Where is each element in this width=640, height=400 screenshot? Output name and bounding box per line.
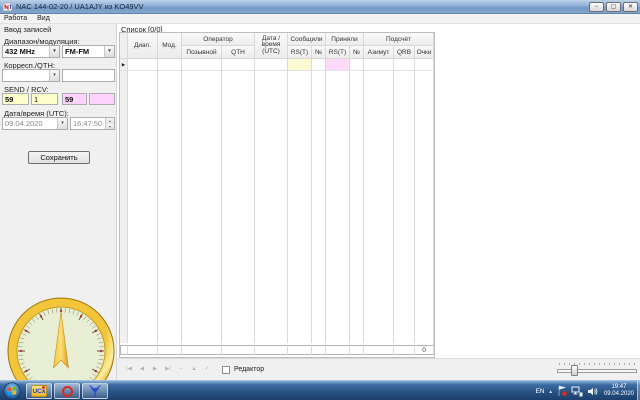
- slider-groove[interactable]: [557, 369, 637, 373]
- send-rst-input[interactable]: 59: [2, 93, 29, 105]
- col-header-rcvd-rst[interactable]: RS(T): [326, 46, 351, 59]
- band-select[interactable]: 432 MHz ▾: [2, 45, 60, 58]
- col-group-calc[interactable]: Подсчёт: [364, 33, 435, 46]
- editor-checkbox[interactable]: [222, 366, 230, 374]
- nav-edit-icon[interactable]: ▲: [188, 364, 200, 375]
- col-header-mode[interactable]: Мод.: [158, 33, 182, 59]
- clock-time: 19:47: [611, 384, 627, 390]
- start-button[interactable]: [3, 382, 21, 400]
- opera-icon: [61, 385, 73, 397]
- grid-footer: |◀ ◀ ▶ ▶| − ▲ ✓ Редактор: [117, 358, 640, 380]
- taskbar-clock[interactable]: 19:47 09.04.2020: [602, 384, 636, 398]
- grid-empty-area: [120, 71, 435, 343]
- nav-first-icon[interactable]: |◀: [123, 364, 135, 375]
- summary-row: 0: [120, 345, 435, 355]
- ucx-dot-icon: [42, 386, 45, 389]
- rcv-nr-input[interactable]: [89, 93, 115, 105]
- send-nr-input[interactable]: 1: [31, 93, 58, 105]
- time-spinner[interactable]: 16:47:50 ▴ ▾: [70, 117, 115, 130]
- col-group-rcvd[interactable]: Приняли: [326, 33, 365, 46]
- rcv-rst-input[interactable]: 59: [62, 93, 87, 105]
- menu-item-rabota[interactable]: Работа: [4, 15, 27, 22]
- desktop: NAC 144-02-20 / UA1AJY из KO49VV − ▢ ✕ Р…: [0, 0, 640, 400]
- nav-post-icon[interactable]: ✓: [201, 364, 213, 375]
- qth-input[interactable]: [62, 69, 115, 82]
- minimize-button[interactable]: −: [589, 2, 604, 12]
- col-header-azimuth[interactable]: Азимут: [364, 46, 395, 59]
- chevron-down-icon[interactable]: ▾: [49, 46, 59, 57]
- col-header-sent-nr[interactable]: №: [312, 46, 327, 59]
- network-icon[interactable]: [571, 386, 583, 397]
- chevron-down-icon[interactable]: ▾: [104, 46, 114, 57]
- col-group-operator[interactable]: Оператор: [182, 33, 256, 46]
- speaker-icon[interactable]: [587, 386, 598, 397]
- mode-select[interactable]: FM-FM ▾: [62, 45, 115, 58]
- nav-prior-icon[interactable]: ◀: [136, 364, 148, 375]
- taskbar-app-ucxlog[interactable]: UCx: [26, 383, 52, 399]
- taskbar: UCx EN ▲ 19:47 09.04.2020: [0, 380, 640, 400]
- app-icon: [3, 2, 13, 11]
- clock-date: 09.04.2020: [603, 391, 634, 397]
- entry-panel: Ввод записей Диапазон/модуляция: 432 MHz…: [0, 24, 117, 400]
- save-button[interactable]: Сохранить: [28, 151, 90, 164]
- editor-checkbox-label: Редактор: [234, 366, 265, 373]
- summary-points: 0: [415, 345, 435, 355]
- tray-expand-icon[interactable]: ▲: [549, 389, 553, 394]
- ucx-log-icon: UCx: [31, 385, 47, 397]
- col-header-datetime[interactable]: Дата / время (UTC): [255, 33, 289, 59]
- col-header-sent-rst[interactable]: RS(T): [288, 46, 313, 59]
- chevron-down-icon[interactable]: ▾: [57, 118, 67, 129]
- callsign-combo[interactable]: ▾: [2, 69, 60, 82]
- menu-bar: Работа Вид: [0, 14, 640, 24]
- chevron-down-icon[interactable]: ▾: [49, 70, 59, 81]
- language-indicator[interactable]: EN: [535, 388, 544, 395]
- entry-panel-title: Ввод записей: [4, 25, 52, 34]
- system-tray: EN ▲ 19:47 09.04.2020: [535, 381, 636, 400]
- nav-delete-icon[interactable]: −: [175, 364, 187, 375]
- qso-grid[interactable]: Диап. Мод. Оператор Дата / время (UTC) С…: [119, 32, 435, 358]
- spin-down-icon[interactable]: ▾: [106, 123, 114, 129]
- current-row-marker-icon: ▶: [121, 62, 126, 67]
- taskbar-app-antenna[interactable]: [82, 383, 108, 399]
- zoom-slider[interactable]: [557, 362, 637, 378]
- table-row[interactable]: ▶: [120, 59, 435, 71]
- col-header-callsign[interactable]: Позывной: [182, 46, 222, 59]
- col-header-band[interactable]: Диап.: [128, 33, 158, 59]
- col-header-rcvd-nr[interactable]: №: [350, 46, 365, 59]
- taskbar-app-opera[interactable]: [54, 383, 80, 399]
- menu-item-vid[interactable]: Вид: [37, 15, 50, 22]
- maximize-button[interactable]: ▢: [606, 2, 621, 12]
- slider-thumb[interactable]: [571, 365, 578, 376]
- date-picker[interactable]: 09.04.2020 ▾: [2, 117, 68, 130]
- nav-last-icon[interactable]: ▶|: [162, 364, 174, 375]
- col-header-points[interactable]: Очки: [415, 46, 435, 59]
- row-selector-header: [120, 33, 128, 59]
- col-header-qrb[interactable]: QRB: [394, 46, 416, 59]
- col-header-qth[interactable]: QTH: [222, 46, 256, 59]
- window-title: NAC 144-02-20 / UA1AJY из KO49VV: [16, 2, 144, 11]
- col-group-sent[interactable]: Сообщили: [288, 33, 327, 46]
- window-titlebar[interactable]: NAC 144-02-20 / UA1AJY из KO49VV − ▢ ✕: [0, 0, 640, 14]
- close-button[interactable]: ✕: [623, 2, 638, 12]
- action-center-flag-icon[interactable]: [557, 385, 567, 397]
- antenna-icon: [89, 385, 101, 397]
- nav-next-icon[interactable]: ▶: [149, 364, 161, 375]
